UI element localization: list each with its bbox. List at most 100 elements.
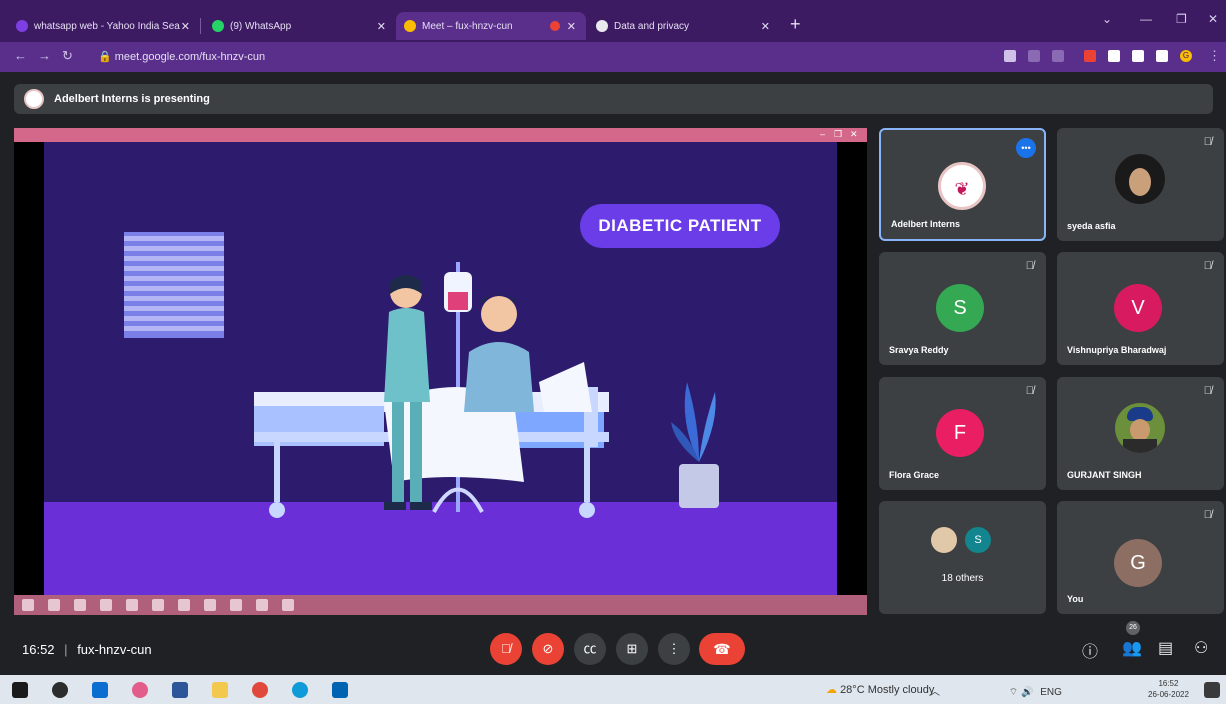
participant-tile-self[interactable]: 🎙̸ G You: [1057, 501, 1224, 614]
restore-icon: ❐: [834, 129, 843, 139]
windows-taskbar: ☁ 28°C Mostly cloudy ︿ ⌔ 🔊 ENG 16:52 26-…: [0, 675, 1226, 704]
extension-check-icon[interactable]: [1084, 50, 1096, 62]
back-icon[interactable]: ←: [14, 48, 27, 63]
present-icon: ⊞: [626, 641, 638, 656]
address-bar-row: ← → ↻ 🔒 meet.google.com/fux-hnzv-cun G ⋮: [0, 42, 1226, 72]
bookmark-star-icon[interactable]: [1052, 50, 1064, 62]
cloud-icon: ☁: [826, 684, 837, 696]
activities-icon: ⚇: [1194, 640, 1209, 657]
chrome-icon[interactable]: [252, 682, 268, 698]
avatar: G: [1114, 539, 1162, 587]
people-button[interactable]: 👥: [1122, 638, 1142, 658]
present-button[interactable]: ⊞: [616, 633, 648, 665]
participant-tile[interactable]: 🎙̸ GURJANT SINGH: [1057, 377, 1224, 490]
weather-app-icon[interactable]: [92, 682, 108, 698]
edge-icon[interactable]: [292, 682, 308, 698]
menu-kebab-icon[interactable]: ⋮: [1208, 48, 1221, 64]
participant-tile[interactable]: 🎙̸ F Flora Grace: [879, 377, 1046, 490]
tab-meet[interactable]: Meet – fux-hnzv-cun ✕: [396, 12, 586, 40]
sidebar-icon[interactable]: [1156, 50, 1168, 62]
participant-name: Adelbert Interns: [891, 219, 961, 229]
extensions-puzzle-icon[interactable]: [1132, 50, 1144, 62]
forward-icon[interactable]: →: [38, 48, 51, 63]
notifications-icon[interactable]: [1204, 682, 1220, 698]
tab-title: whatsapp web - Yahoo India Sea: [34, 20, 180, 32]
meeting-time: 16:52: [22, 642, 55, 657]
close-icon[interactable]: ✕: [761, 20, 770, 33]
tab-yahoo[interactable]: whatsapp web - Yahoo India Sea ✕: [8, 12, 198, 40]
language-indicator[interactable]: ENG: [1040, 687, 1062, 698]
participant-tile[interactable]: 🎙̸ syeda asfia: [1057, 128, 1224, 241]
leave-call-button[interactable]: ☎: [699, 633, 745, 665]
mic-off-icon: 🎙̸: [1025, 385, 1034, 397]
lock-icon: 🔒: [98, 51, 115, 63]
new-tab-button[interactable]: +: [790, 14, 801, 35]
info-icon: ⓘ: [1082, 644, 1099, 661]
volume-icon[interactable]: 🔊: [1021, 687, 1033, 698]
more-options-button[interactable]: ⋮: [658, 633, 690, 665]
extension-icon[interactable]: [1108, 50, 1120, 62]
avatar: F: [936, 409, 984, 457]
meet-stage: Adelbert Interns is presenting – ❐ ✕ DIA…: [0, 72, 1226, 675]
yahoo-icon: [16, 20, 28, 32]
window-blinds-illustration: [124, 232, 224, 338]
mic-toggle-button[interactable]: 🎙̸: [490, 633, 522, 665]
close-icon: ✕: [850, 129, 858, 139]
chevron-up-icon[interactable]: ︿: [930, 687, 940, 698]
word-icon[interactable]: [172, 682, 188, 698]
meeting-info-button[interactable]: ⓘ: [1082, 638, 1098, 662]
dell-icon[interactable]: [52, 682, 68, 698]
participant-tile-others[interactable]: S 18 others: [879, 501, 1046, 614]
close-icon[interactable]: ✕: [181, 20, 190, 33]
clock-date: 26-06-2022: [1148, 690, 1189, 699]
profile-avatar[interactable]: G: [1180, 50, 1192, 62]
file-explorer-icon[interactable]: [212, 682, 228, 698]
hang-up-icon: ☎: [713, 641, 731, 657]
meet-icon: [404, 20, 416, 32]
minimize-button[interactable]: —: [1140, 12, 1152, 26]
tab-privacy[interactable]: Data and privacy ✕: [588, 12, 778, 40]
photos-icon[interactable]: [132, 682, 148, 698]
presenter-avatar: [24, 89, 44, 109]
presentation-area[interactable]: – ❐ ✕ DIABETIC PATIENT: [14, 128, 867, 615]
avatar: S: [965, 527, 991, 553]
tab-whatsapp[interactable]: (9) WhatsApp ✕: [204, 12, 394, 40]
windows-start-icon[interactable]: [12, 682, 28, 698]
url-field[interactable]: 🔒 meet.google.com/fux-hnzv-cun: [88, 46, 988, 68]
tab-search-icon[interactable]: ⌄: [1102, 12, 1112, 26]
participant-photo: [1115, 403, 1165, 453]
participant-tile[interactable]: 🎙̸ S Sravya Reddy: [879, 252, 1046, 365]
captions-icon: ㏄: [583, 641, 597, 656]
more-vert-icon: ⋮: [667, 641, 681, 656]
close-window-button[interactable]: ✕: [1208, 12, 1218, 26]
store-icon[interactable]: [332, 682, 348, 698]
close-icon[interactable]: ✕: [567, 20, 576, 33]
others-count: 18 others: [941, 573, 984, 584]
mic-off-icon: 🎙̸: [1203, 136, 1212, 148]
wifi-icon[interactable]: ⌔: [1009, 687, 1018, 698]
system-tray: ︿ ⌔ 🔊 ENG: [930, 683, 1062, 699]
camera-toggle-button[interactable]: ⊘: [532, 633, 564, 665]
participant-name: syeda asfia: [1067, 221, 1116, 231]
close-icon[interactable]: ✕: [377, 20, 386, 33]
weather-widget[interactable]: ☁ 28°C Mostly cloudy: [826, 683, 934, 696]
participant-tile[interactable]: 🎙̸ V Vishnupriya Bharadwaj: [1057, 252, 1224, 365]
camera-icon[interactable]: [1004, 50, 1016, 62]
reload-icon[interactable]: ↻: [62, 48, 73, 64]
tab-title: Data and privacy: [614, 20, 690, 32]
maximize-button[interactable]: ❐: [1176, 12, 1187, 26]
activities-button[interactable]: ⚇: [1194, 638, 1208, 658]
chat-button[interactable]: ▤: [1158, 638, 1173, 658]
chat-icon: ▤: [1158, 640, 1174, 657]
taskbar-clock[interactable]: 16:52 26-06-2022: [1148, 678, 1189, 700]
mic-off-icon: 🎙̸: [1203, 385, 1212, 397]
minimize-icon: –: [820, 129, 826, 139]
slide: DIABETIC PATIENT: [44, 142, 837, 595]
share-icon[interactable]: [1028, 50, 1040, 62]
clock-time: 16:52: [1158, 679, 1179, 688]
participant-tile[interactable]: ••• ❦ Adelbert Interns: [879, 128, 1046, 241]
slide-heading: DIABETIC PATIENT: [580, 204, 780, 248]
captions-button[interactable]: ㏄: [574, 633, 606, 665]
browser-tab-strip: whatsapp web - Yahoo India Sea ✕ (9) Wha…: [0, 0, 1226, 42]
presentation-window-bar: – ❐ ✕: [14, 128, 867, 142]
